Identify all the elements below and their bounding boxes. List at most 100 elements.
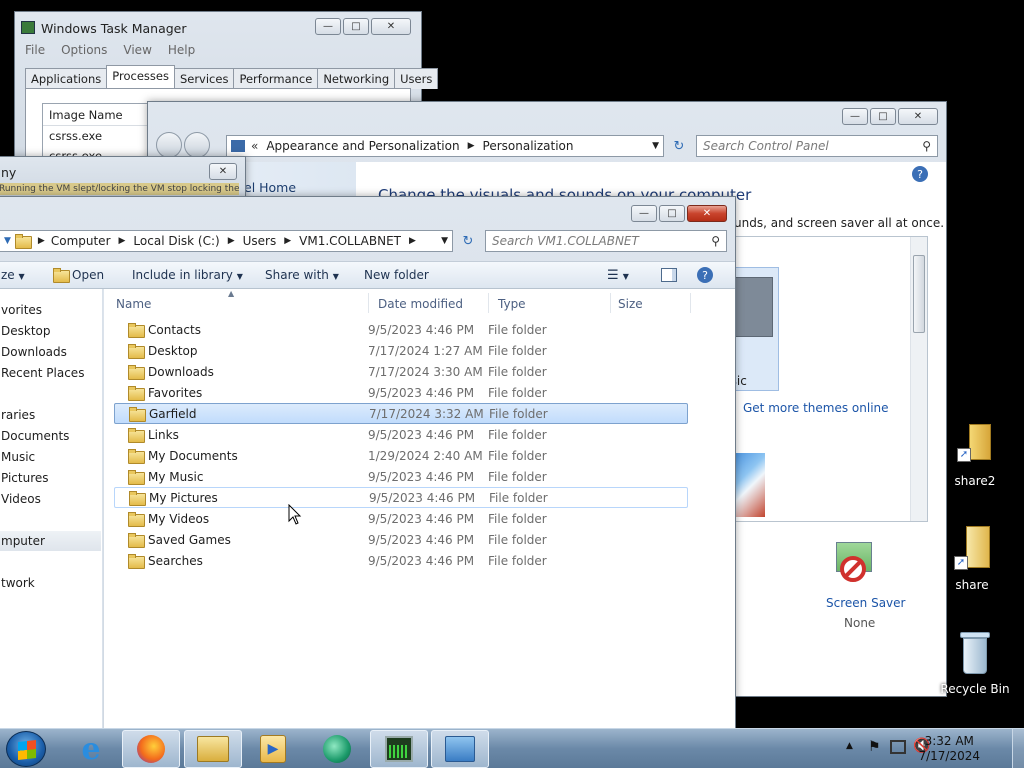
get-more-themes-link[interactable]: Get more themes online	[743, 401, 889, 415]
column-type[interactable]: Type	[498, 297, 526, 311]
view-options-icon[interactable]: ☰ ▼	[607, 268, 629, 283]
help-icon[interactable]: ?	[697, 267, 713, 283]
screen-saver-icon[interactable]	[830, 540, 878, 588]
nav-videos[interactable]: Videos	[1, 492, 41, 506]
start-button[interactable]	[6, 731, 46, 767]
nav-network[interactable]: twork	[1, 576, 35, 590]
open-button[interactable]: Open	[53, 268, 104, 283]
forward-button[interactable]	[184, 132, 210, 158]
action-center-flag-icon[interactable]: ⚑	[868, 739, 881, 755]
nav-documents[interactable]: Documents	[1, 429, 69, 443]
file-row[interactable]: Favorites 9/5/2023 4:46 PM File folder	[114, 382, 688, 403]
breadcrumb-personalization[interactable]: Personalization	[483, 139, 574, 153]
address-bar[interactable]: « Appearance and Personalization ▶ Perso…	[226, 135, 664, 157]
themes-list[interactable]: assic e Get more themes online	[716, 236, 928, 522]
back-button[interactable]	[156, 132, 182, 158]
file-row[interactable]: Desktop 7/17/2024 1:27 AM File folder	[114, 340, 688, 361]
clock[interactable]: 3:32 AM 7/17/2024	[918, 734, 980, 764]
taskbar-media-player[interactable]: ▶	[244, 730, 302, 768]
desktop-icon-share2[interactable]: ➚ share2	[940, 420, 1010, 488]
breadcrumb-computer[interactable]: Computer	[51, 234, 111, 248]
nav-downloads[interactable]: Downloads	[1, 345, 67, 359]
column-name[interactable]: Name	[116, 297, 151, 311]
taskbar-task-manager[interactable]	[370, 730, 428, 768]
menu-help[interactable]: Help	[168, 43, 195, 57]
maximize-button[interactable]: □	[870, 108, 896, 125]
screen-saver-link[interactable]: Screen Saver	[826, 596, 905, 610]
chevron-right-icon[interactable]: ▶	[38, 236, 45, 246]
chevron-down-icon[interactable]: ▼	[4, 236, 11, 246]
new-folder-button[interactable]: New folder	[364, 268, 429, 282]
menu-options[interactable]: Options	[61, 43, 107, 57]
taskbar-control-panel[interactable]	[431, 730, 489, 768]
search-icon[interactable]: ⚲	[711, 234, 720, 248]
chevron-right-icon[interactable]: ▶	[284, 236, 291, 246]
show-hidden-icons-icon[interactable]: ▲	[846, 741, 853, 751]
file-row[interactable]: Downloads 7/17/2024 3:30 AM File folder	[114, 361, 688, 382]
chevron-right-icon[interactable]: ▶	[119, 236, 126, 246]
organize-button[interactable]: ze ▼	[1, 268, 25, 282]
nav-desktop[interactable]: Desktop	[1, 324, 51, 338]
menu-view[interactable]: View	[123, 43, 151, 57]
file-row[interactable]: My Documents 1/29/2024 2:40 AM File folder	[114, 445, 688, 466]
refresh-icon[interactable]: ↻	[457, 230, 479, 252]
search-control-panel-input[interactable]: Search Control Panel ⚲	[696, 135, 938, 157]
share-with-button[interactable]: Share with ▼	[265, 268, 339, 282]
tab-users[interactable]: Users	[394, 68, 439, 89]
refresh-icon[interactable]: ↻	[668, 135, 690, 157]
close-button[interactable]: ✕	[209, 163, 237, 180]
nav-libraries[interactable]: raries	[1, 408, 35, 422]
taskbar-app-5[interactable]	[308, 730, 366, 768]
tab-applications[interactable]: Applications	[25, 68, 108, 89]
nav-music[interactable]: Music	[1, 450, 35, 464]
nav-recent-places[interactable]: Recent Places	[1, 366, 84, 380]
file-row[interactable]: Searches 9/5/2023 4:46 PM File folder	[114, 550, 688, 571]
tab-networking[interactable]: Networking	[317, 68, 396, 89]
breadcrumb-overflow-icon[interactable]: «	[251, 139, 258, 153]
breadcrumb-local-disk[interactable]: Local Disk (C:)	[133, 234, 219, 248]
file-row[interactable]: Contacts 9/5/2023 4:46 PM File folder	[114, 319, 688, 340]
tab-services[interactable]: Services	[173, 68, 235, 89]
taskbar-internet-explorer[interactable]: e	[62, 730, 120, 768]
file-row[interactable]: My Pictures 9/5/2023 4:46 PM File folder	[114, 487, 688, 508]
minimize-button[interactable]: —	[842, 108, 868, 125]
tab-processes[interactable]: Processes	[106, 65, 175, 89]
nav-favorites[interactable]: vorites	[1, 303, 42, 317]
breadcrumb-appearance[interactable]: Appearance and Personalization	[266, 139, 459, 153]
maximize-button[interactable]: □	[343, 18, 369, 35]
file-row[interactable]: Saved Games 9/5/2023 4:46 PM File folder	[114, 529, 688, 550]
close-button[interactable]: ✕	[687, 205, 727, 222]
include-in-library-button[interactable]: Include in library ▼	[132, 268, 243, 282]
file-row[interactable]: Garfield 7/17/2024 3:32 AM File folder	[114, 403, 688, 424]
file-row[interactable]: My Music 9/5/2023 4:46 PM File folder	[114, 466, 688, 487]
search-folder-input[interactable]: Search VM1.COLLABNET ⚲	[485, 230, 727, 252]
close-button[interactable]: ✕	[371, 18, 411, 35]
breadcrumb-vm1-collabnet[interactable]: VM1.COLLABNET	[299, 234, 401, 248]
desktop-icon-recycle-bin[interactable]: Recycle Bin	[940, 630, 1010, 696]
network-icon[interactable]	[890, 740, 906, 754]
control-panel-home-link[interactable]: el Home	[244, 180, 296, 195]
chevron-down-icon[interactable]: ▼	[652, 141, 659, 151]
chevron-right-icon[interactable]: ▶	[409, 236, 416, 246]
breadcrumb-users[interactable]: Users	[243, 234, 277, 248]
column-image-name[interactable]: Image Name	[49, 108, 123, 122]
address-bar[interactable]: ▼ ▶ Computer ▶ Local Disk (C:) ▶ Users ▶…	[0, 230, 453, 252]
maximize-button[interactable]: □	[659, 205, 685, 222]
show-desktop-button[interactable]	[1012, 729, 1024, 768]
file-row[interactable]: Links 9/5/2023 4:46 PM File folder	[114, 424, 688, 445]
taskbar-explorer[interactable]	[184, 730, 242, 768]
nav-pictures[interactable]: Pictures	[1, 471, 49, 485]
preview-pane-icon[interactable]	[661, 268, 677, 282]
menu-file[interactable]: File	[25, 43, 45, 57]
chevron-down-icon[interactable]: ▼	[441, 236, 448, 246]
chevron-right-icon[interactable]: ▶	[468, 141, 475, 151]
scrollbar[interactable]	[910, 237, 927, 521]
help-icon[interactable]: ?	[912, 166, 928, 182]
search-icon[interactable]: ⚲	[922, 139, 931, 153]
tab-performance[interactable]: Performance	[233, 68, 319, 89]
nav-computer[interactable]: mputer	[1, 534, 45, 548]
minimize-button[interactable]: —	[631, 205, 657, 222]
taskbar-firefox[interactable]	[122, 730, 180, 768]
chevron-right-icon[interactable]: ▶	[228, 236, 235, 246]
file-row[interactable]: My Videos 9/5/2023 4:46 PM File folder	[114, 508, 688, 529]
